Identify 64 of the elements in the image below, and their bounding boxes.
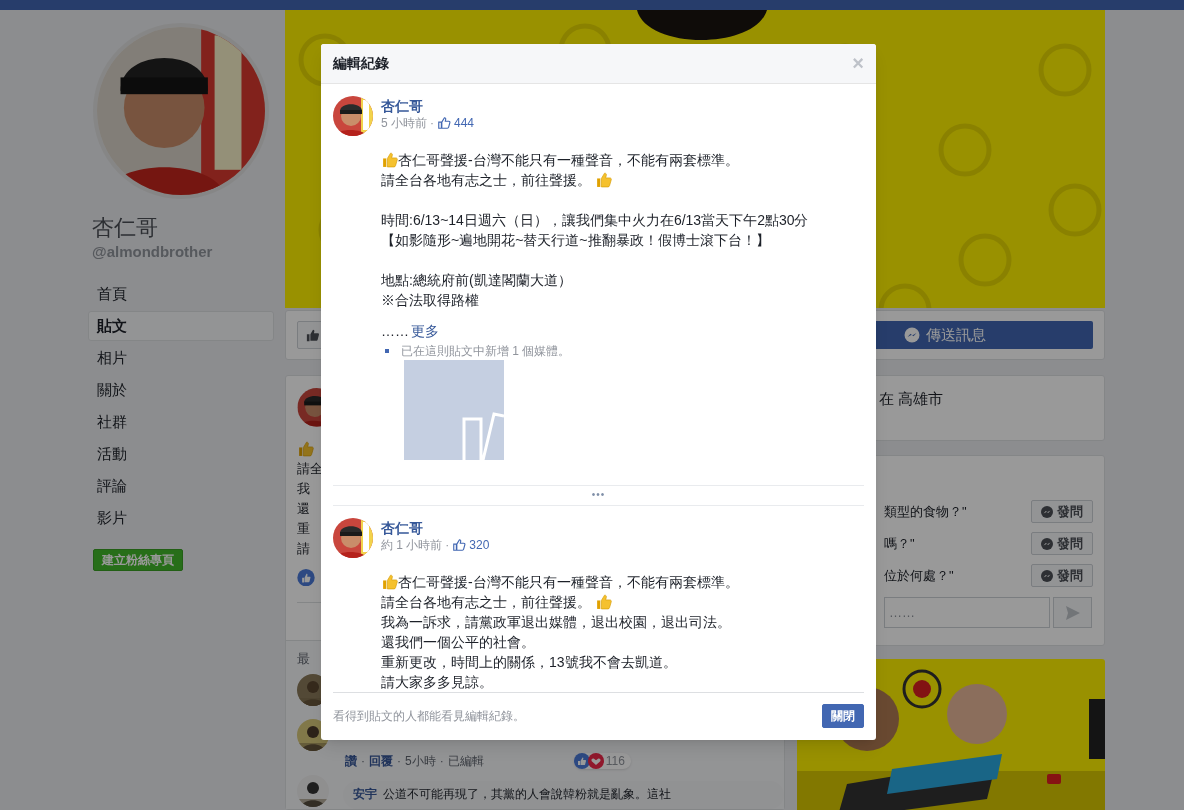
nav-item[interactable]: 影片	[88, 503, 274, 533]
separator-dot: ·	[439, 753, 444, 769]
nav-item[interactable]: 貼文	[88, 311, 274, 341]
close-dialog-button[interactable]: 關閉	[822, 704, 864, 729]
like-icon	[452, 537, 467, 552]
thumbs-up-icon	[297, 440, 314, 458]
media-note: 已在這則貼文中新增 1 個媒體。	[401, 343, 571, 358]
post-text: 請	[297, 539, 310, 558]
ask-label: 發問	[1057, 566, 1083, 585]
ask-button[interactable]: 發問	[1031, 564, 1093, 587]
comment-action-link[interactable]: 回覆	[369, 753, 393, 769]
post-text: 杏仁哥聲援-台灣不能只有一種聲音，不能有兩套標準。	[398, 572, 739, 592]
thumbs-up-icon	[306, 328, 320, 342]
messenger-icon	[1041, 569, 1053, 582]
comment-action-link[interactable]: 讚	[345, 753, 357, 769]
question-text: 嗎？"	[884, 534, 915, 553]
comment-text: 公道不可能再現了，其黨的人會說韓粉就是亂象。這社	[383, 786, 671, 803]
see-more-link[interactable]: 更多	[411, 321, 439, 340]
send-icon	[1064, 604, 1081, 621]
nav-item[interactable]: 評論	[88, 471, 274, 501]
like-reaction-icon	[297, 568, 315, 586]
question-text: 位於何處？"	[884, 566, 954, 585]
ask-button[interactable]: 發問	[1031, 500, 1093, 523]
comment-author[interactable]: 安宇	[353, 786, 377, 809]
post-text: 我為一訴求，請黨政軍退出媒體，退出校園，退出司法。	[381, 612, 731, 632]
location-text: 在 高雄市	[879, 389, 945, 409]
comment-meta: 已編輯	[447, 753, 484, 769]
comment-meta: 5小時	[405, 753, 436, 769]
nav-item[interactable]: 社群	[88, 407, 274, 437]
post-text: 重新更改，時間上的關係，13號我不會去凱道。	[381, 652, 677, 672]
like-count: 320	[469, 536, 490, 553]
post-text: 還	[297, 499, 310, 518]
messenger-icon	[1041, 505, 1053, 518]
nav-item[interactable]: 相片	[88, 343, 274, 373]
messenger-icon	[1041, 537, 1053, 550]
comments-heading: 最	[297, 651, 310, 667]
post-text: 還我們一個公平的社會。	[381, 632, 535, 652]
author-name[interactable]: 杏仁哥	[381, 518, 490, 537]
post-text: 重	[297, 519, 310, 538]
nav-item[interactable]: 首頁	[88, 279, 274, 309]
message-input[interactable]: ……	[884, 597, 1050, 628]
nav-item[interactable]: 活動	[88, 439, 274, 469]
ellipsis-text: ……	[381, 321, 409, 340]
separator-dot: ·	[397, 753, 401, 769]
ask-label: 發問	[1057, 534, 1083, 553]
expand-dots[interactable]: •••	[591, 490, 606, 501]
messenger-icon	[904, 327, 920, 343]
post-text: 我	[297, 479, 310, 498]
page-name: 杏仁哥	[92, 214, 159, 242]
post-text: 請大家多多見諒。	[381, 672, 493, 692]
message-label: 傳送訊息	[926, 324, 986, 345]
post-time: 約 1 小時前	[381, 536, 443, 553]
footer-note: 看得到貼文的人都能看見編輯紀錄。	[333, 708, 525, 726]
bullet-icon	[385, 348, 389, 353]
thumbs-up-icon	[381, 573, 398, 591]
thumbs-up-icon	[595, 593, 612, 611]
nav-item[interactable]: 關於	[88, 375, 274, 405]
ask-label: 發問	[1057, 502, 1083, 521]
ask-button[interactable]: 發問	[1031, 532, 1093, 555]
post-text: 請全台各地有志之士，前往聲援。	[381, 592, 591, 612]
separator-dot: ·	[445, 536, 450, 553]
separator-dot: ·	[361, 753, 365, 769]
question-text: 類型的食物？"	[884, 502, 967, 521]
reaction-count: 116	[605, 753, 625, 769]
